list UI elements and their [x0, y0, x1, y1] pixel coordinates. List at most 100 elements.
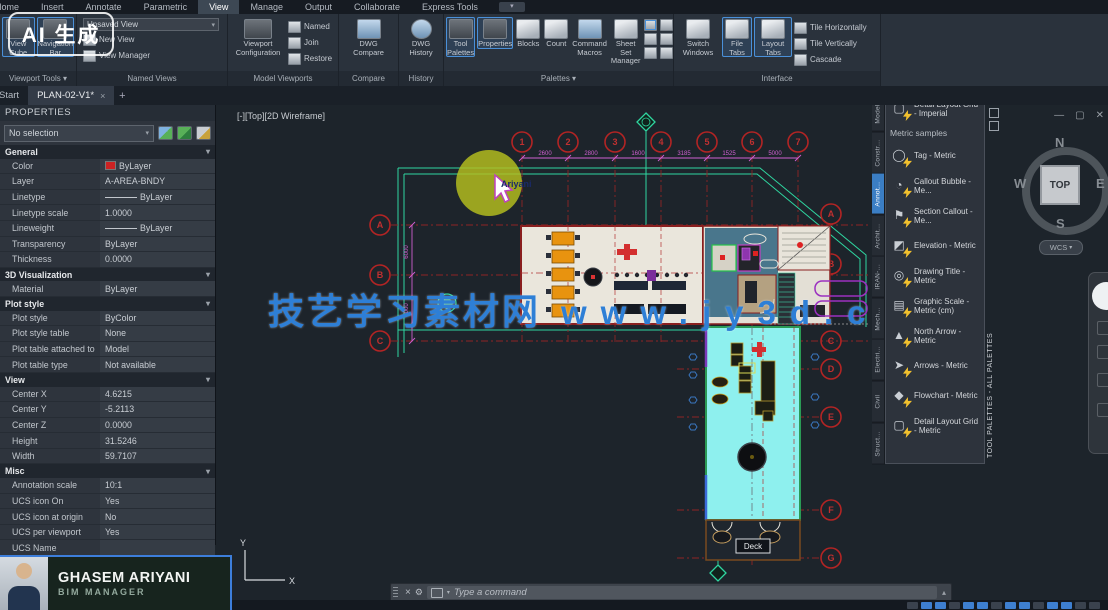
palette-item[interactable]: ◆ Flowchart - Metric: [888, 381, 982, 411]
status-toggle[interactable]: [963, 602, 974, 609]
navigation-bar[interactable]: [1088, 272, 1108, 454]
palette-properties-icon[interactable]: [989, 121, 999, 131]
viewcube-west[interactable]: W: [1014, 176, 1026, 191]
text-window-icon[interactable]: [644, 19, 657, 31]
wcs-selector[interactable]: WCS ▾: [1039, 240, 1083, 255]
status-toggle[interactable]: [1019, 602, 1030, 609]
ribbon-tab-home[interactable]: Home: [0, 0, 30, 14]
recent-commands-icon[interactable]: [431, 588, 443, 598]
dwg-history-button[interactable]: DWG History: [401, 17, 441, 57]
palette-item[interactable]: ⚑ Section Callout - Me...: [888, 201, 982, 231]
restore-viewports-button[interactable]: Restore: [288, 51, 332, 66]
full-navigation-wheel-icon[interactable]: [1092, 282, 1108, 310]
panel-label-model-viewports[interactable]: Model Viewports: [228, 71, 338, 86]
status-toggle[interactable]: [1047, 602, 1058, 609]
featured-apps-chip[interactable]: ▾: [499, 2, 525, 12]
palette-tab-structural[interactable]: Struct...: [872, 423, 885, 465]
palette-item[interactable]: ◩ Elevation - Metric: [888, 231, 982, 261]
quick-calc-icon[interactable]: [660, 19, 673, 31]
layout-tabs-button[interactable]: Layout Tabs: [754, 17, 792, 57]
palette-tab-annotation[interactable]: Annot...: [872, 173, 885, 215]
status-toggle[interactable]: [1089, 602, 1100, 609]
palette-item[interactable]: ▤ Graphic Scale - Metric (cm): [888, 291, 982, 321]
section-view[interactable]: View ▾: [0, 373, 215, 387]
drag-handle[interactable]: [393, 587, 398, 598]
ribbon-tab-insert[interactable]: Insert: [30, 0, 75, 14]
select-objects-icon[interactable]: [177, 126, 192, 140]
start-tab[interactable]: Start: [0, 86, 28, 105]
count-button[interactable]: Count: [543, 17, 569, 49]
status-toggle[interactable]: [921, 602, 932, 609]
panel-label-palettes[interactable]: Palettes ▾: [444, 71, 673, 86]
palette-tab-iran[interactable]: IRAN-...: [872, 256, 885, 298]
selection-dropdown[interactable]: No selection ▾: [4, 125, 154, 142]
status-toggle[interactable]: [935, 602, 946, 609]
palette-item[interactable]: ◔ Callout Bubble - Me...: [888, 171, 982, 201]
section-general[interactable]: General ▾: [0, 145, 215, 159]
view-manager-button[interactable]: View Manager: [83, 48, 219, 63]
palette-item[interactable]: ▲ North Arrow - Metric: [888, 321, 982, 351]
palette-tab-mechanical[interactable]: Mech...: [872, 298, 885, 340]
palette-tab-civil[interactable]: Civil: [872, 381, 885, 423]
tile-horizontally-button[interactable]: Tile Horizontally: [794, 20, 867, 35]
named-viewports-button[interactable]: Named: [288, 19, 332, 34]
palette-tab-electrical[interactable]: Electri...: [872, 339, 885, 381]
view-cube-button[interactable]: View Cube: [2, 17, 35, 57]
properties-button[interactable]: Properties: [477, 17, 513, 49]
panel-label-interface[interactable]: Interface: [674, 71, 880, 86]
orbit-icon[interactable]: [1097, 373, 1108, 387]
design-center-icon[interactable]: [644, 47, 657, 59]
viewcube-north[interactable]: N: [1055, 135, 1064, 150]
expand-history-icon[interactable]: ▴: [942, 588, 946, 597]
restore-icon[interactable]: ▢: [1075, 110, 1084, 121]
ribbon-tab-collaborate[interactable]: Collaborate: [343, 0, 411, 14]
panel-label-viewport-tools[interactable]: Viewport Tools ▾: [0, 71, 76, 86]
autohide-icon[interactable]: [989, 108, 999, 118]
palette-tab-construction[interactable]: Constr...: [872, 132, 885, 174]
section-misc[interactable]: Misc ▾: [0, 464, 215, 478]
status-toggle[interactable]: [977, 602, 988, 609]
status-toggle[interactable]: [1005, 602, 1016, 609]
close-icon[interactable]: ✕: [1096, 110, 1104, 121]
section-plot-style[interactable]: Plot style ▾: [0, 297, 215, 311]
blocks-button[interactable]: Blocks: [515, 17, 541, 49]
panel-label-compare[interactable]: Compare: [339, 71, 398, 86]
minimize-icon[interactable]: —: [1054, 110, 1064, 121]
command-macros-button[interactable]: Command Macros: [571, 17, 608, 57]
sheet-set-manager-button[interactable]: Sheet Set Manager: [610, 17, 642, 66]
ribbon-tab-manage[interactable]: Manage: [239, 0, 294, 14]
new-view-button[interactable]: New View: [83, 32, 219, 47]
close-tab-icon[interactable]: ×: [100, 91, 105, 101]
status-toggle[interactable]: [991, 602, 1002, 609]
panel-label-history[interactable]: History: [399, 71, 443, 86]
pan-icon[interactable]: [1097, 321, 1108, 335]
status-toggle[interactable]: [1033, 602, 1044, 609]
viewcube-south[interactable]: S: [1056, 216, 1065, 231]
clipboard-palette-icon[interactable]: [660, 47, 673, 59]
tile-vertically-button[interactable]: Tile Vertically: [794, 36, 867, 51]
ribbon-tab-annotate[interactable]: Annotate: [75, 0, 133, 14]
tool-palettes-button[interactable]: Tool Palettes: [446, 17, 475, 57]
close-command-icon[interactable]: ×: [405, 587, 411, 598]
dwg-compare-button[interactable]: DWG Compare: [344, 17, 394, 57]
customize-icon[interactable]: ⚙: [415, 587, 423, 598]
file-tabs-button[interactable]: File Tabs: [722, 17, 752, 57]
palette-item[interactable]: ◎ Drawing Title - Metric: [888, 261, 982, 291]
ribbon-tab-output[interactable]: Output: [294, 0, 343, 14]
switch-windows-button[interactable]: Switch Windows: [676, 17, 720, 57]
viewcube-east[interactable]: E: [1096, 176, 1105, 191]
ribbon-tab-parametric[interactable]: Parametric: [133, 0, 199, 14]
drawing-tab[interactable]: PLAN-02-V1* ×: [28, 86, 114, 105]
cascade-button[interactable]: Cascade: [794, 52, 867, 67]
viewcube-top-face[interactable]: TOP: [1040, 165, 1080, 205]
palette-item[interactable]: ▢ Detail Layout Grid - Metric: [888, 411, 982, 441]
ribbon-tab-view[interactable]: View: [198, 0, 239, 14]
palette-item[interactable]: ➤ Arrows - Metric: [888, 351, 982, 381]
status-toggle[interactable]: [907, 602, 918, 609]
join-viewports-button[interactable]: Join: [288, 35, 332, 50]
markup-palette-icon[interactable]: [660, 33, 673, 45]
view-combobox[interactable]: Unsaved View ▾: [83, 18, 219, 31]
palette-tab-architectural[interactable]: Archit...: [872, 215, 885, 257]
status-toggle[interactable]: [1061, 602, 1072, 609]
showmotion-icon[interactable]: [1097, 403, 1108, 417]
